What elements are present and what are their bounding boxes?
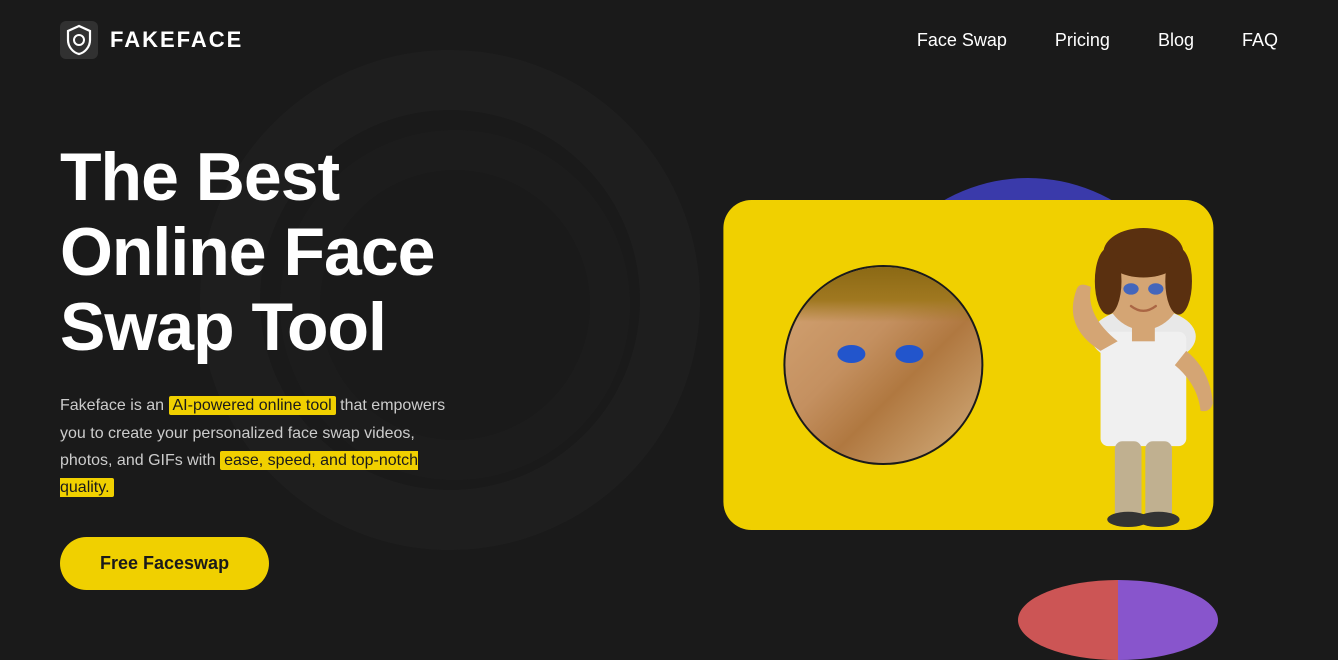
hero-highlight-1: AI-powered online tool — [169, 396, 336, 415]
face-circle-cutout — [783, 265, 983, 465]
hero-description: Fakeface is an AI-powered online tool th… — [60, 392, 460, 501]
logo-area[interactable]: FAKEFACE — [60, 21, 243, 59]
nav-blog[interactable]: Blog — [1158, 30, 1194, 51]
nav-faq[interactable]: FAQ — [1242, 30, 1278, 51]
brand-name: FAKEFACE — [110, 27, 243, 53]
person-svg — [1043, 205, 1243, 530]
eye-right — [895, 345, 923, 363]
header: FAKEFACE Face Swap Pricing Blog FAQ — [0, 0, 1338, 80]
person-figure — [1043, 210, 1243, 530]
yellow-card — [723, 200, 1213, 530]
hero-section: The Best Online Face Swap Tool Fakeface … — [0, 80, 1338, 630]
eye-left — [837, 345, 865, 363]
brand-icon — [60, 21, 98, 59]
main-nav: Face Swap Pricing Blog FAQ — [917, 30, 1278, 51]
hero-illustration — [600, 100, 1278, 630]
nav-pricing[interactable]: Pricing — [1055, 30, 1110, 51]
hero-content-left: The Best Online Face Swap Tool Fakeface … — [60, 140, 600, 590]
hero-desc-part1: Fakeface is an — [60, 397, 169, 414]
bottom-ring-decoration — [1018, 580, 1218, 660]
cta-button[interactable]: Free Faceswap — [60, 537, 269, 590]
face-image — [785, 267, 981, 463]
nav-face-swap[interactable]: Face Swap — [917, 30, 1007, 51]
hero-title: The Best Online Face Swap Tool — [60, 140, 560, 364]
